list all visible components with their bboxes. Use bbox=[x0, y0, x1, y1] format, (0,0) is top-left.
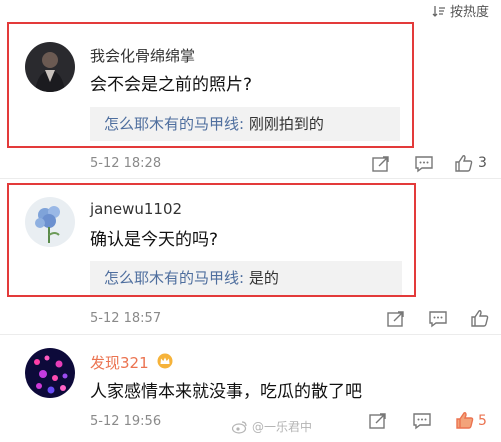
reply-preview[interactable]: 怎么耶木有的马甲线: 刚刚拍到的 bbox=[90, 107, 400, 141]
like-icon[interactable] bbox=[454, 154, 474, 172]
like-count: 5 bbox=[478, 413, 487, 429]
reply-text: 刚刚拍到的 bbox=[248, 115, 324, 133]
comment-username[interactable]: 我会化骨绵绵掌 bbox=[90, 45, 195, 66]
avatar[interactable] bbox=[25, 348, 75, 398]
reply-username[interactable]: 怎么耶木有的马甲线 bbox=[104, 115, 239, 133]
reply-preview[interactable]: 怎么耶木有的马甲线: 是的 bbox=[90, 261, 402, 295]
sort-by-hot-button[interactable]: 按热度 bbox=[432, 1, 489, 20]
divider bbox=[0, 334, 501, 335]
comment-text: 确认是今天的吗? bbox=[90, 230, 219, 250]
comment-icon[interactable] bbox=[428, 310, 448, 328]
comment-timestamp: 5-12 19:56 bbox=[90, 414, 162, 429]
avatar[interactable] bbox=[25, 42, 75, 92]
avatar[interactable] bbox=[25, 197, 75, 247]
like-icon[interactable] bbox=[470, 309, 490, 327]
reply-text: 是的 bbox=[248, 269, 279, 287]
comment-text: 会不会是之前的照片? bbox=[90, 75, 253, 95]
comment-timestamp: 5-12 18:28 bbox=[90, 156, 162, 171]
share-icon[interactable] bbox=[371, 155, 391, 173]
comment-icon[interactable] bbox=[412, 412, 432, 430]
comment-text: 人家感情本来就没事，吃瓜的散了吧 bbox=[90, 382, 362, 402]
like-count: 3 bbox=[478, 155, 487, 171]
watermark: @一乐君中 bbox=[232, 418, 312, 435]
comment-username[interactable]: janewu1102 bbox=[90, 200, 182, 218]
share-icon[interactable] bbox=[386, 310, 406, 328]
comment-username[interactable]: 发现321 bbox=[90, 352, 149, 373]
sort-label: 按热度 bbox=[449, 5, 489, 20]
weibo-logo-icon bbox=[232, 420, 247, 434]
reply-separator: : bbox=[239, 269, 245, 287]
vip-crown-icon bbox=[157, 353, 173, 369]
liked-icon[interactable] bbox=[455, 411, 475, 429]
watermark-text: @一乐君中 bbox=[252, 420, 313, 434]
divider bbox=[0, 178, 501, 179]
reply-username[interactable]: 怎么耶木有的马甲线 bbox=[104, 269, 239, 287]
comment-timestamp: 5-12 18:57 bbox=[90, 311, 162, 326]
comment-icon[interactable] bbox=[414, 155, 434, 173]
sort-icon bbox=[432, 5, 445, 17]
sort-bar: 按热度 bbox=[0, 0, 501, 22]
share-icon[interactable] bbox=[368, 412, 388, 430]
reply-separator: : bbox=[239, 115, 245, 133]
